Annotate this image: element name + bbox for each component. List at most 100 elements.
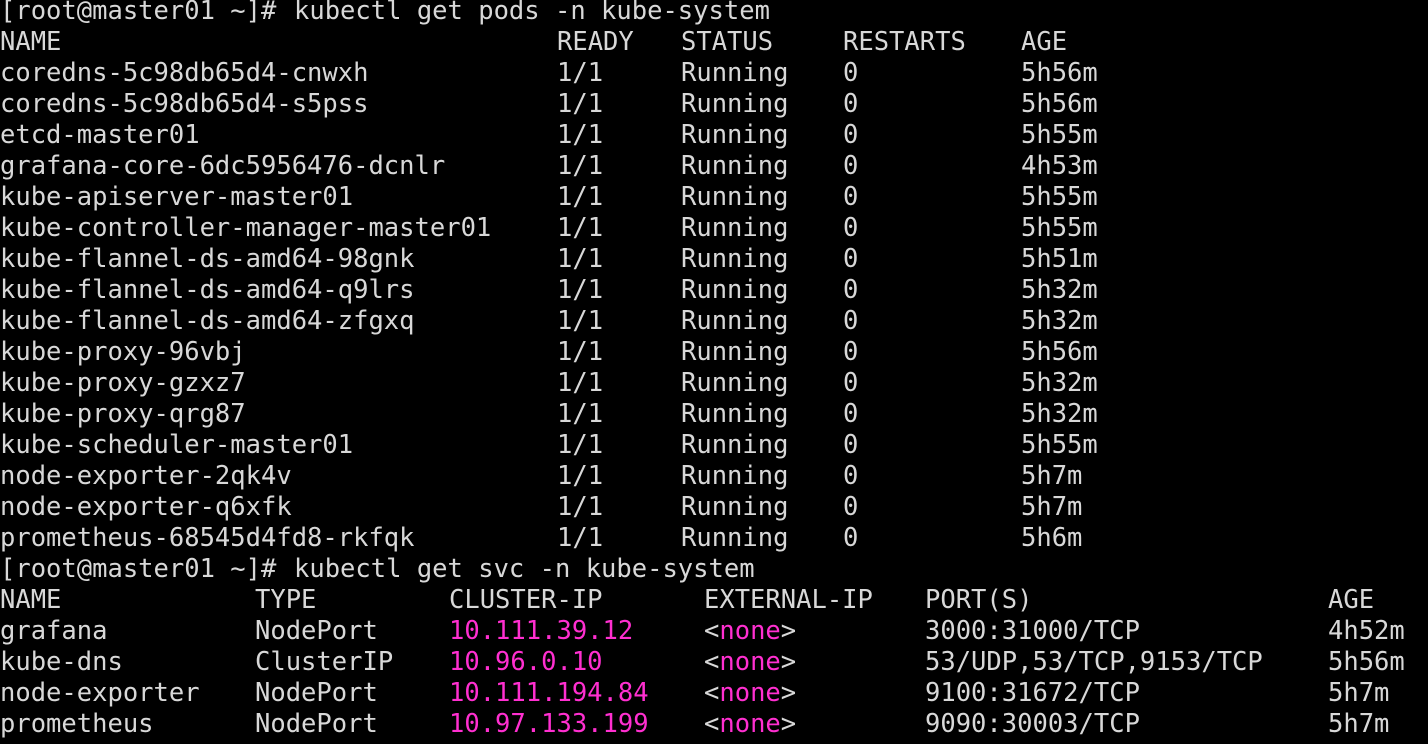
angle-bracket-open: < xyxy=(704,616,720,646)
pods-cell-restarts: 0 xyxy=(843,244,859,274)
pods-cell-restarts: 0 xyxy=(843,461,859,491)
svc-cell-ports: 3000:31000/TCP xyxy=(925,616,1140,646)
svc-cell-type: NodePort xyxy=(255,709,378,739)
svc-col-header-external-ip: EXTERNAL-IP xyxy=(704,585,873,615)
svc-cell-cluster-ip: 10.111.194.84 xyxy=(449,678,649,708)
pods-cell-status: Running xyxy=(681,306,789,336)
pods-cell-ready: 1/1 xyxy=(557,368,604,398)
pods-cell-status: Running xyxy=(681,523,789,553)
pods-cell-status: Running xyxy=(681,213,789,243)
pods-table-row: coredns-5c98db65d4-cnwxh 1/1 Running 0 5h56m xyxy=(0,58,1428,89)
pods-cell-age: 5h56m xyxy=(1021,89,1098,119)
pods-cell-status: Running xyxy=(681,492,789,522)
pods-cell-name: kube-proxy-qrg87 xyxy=(0,399,246,429)
pods-cell-age: 5h55m xyxy=(1021,213,1098,243)
pods-table-row: kube-flannel-ds-amd64-98gnk 1/1 Running 0 5h… xyxy=(0,244,1428,275)
pods-cell-age: 5h32m xyxy=(1021,399,1098,429)
svc-cell-ports: 9090:30003/TCP xyxy=(925,709,1140,739)
pods-table-row: kube-proxy-qrg87 1/1 Running 0 5h32m xyxy=(0,399,1428,430)
svc-cell-age: 5h7m xyxy=(1328,678,1390,708)
pods-cell-status: Running xyxy=(681,244,789,274)
pods-table-row: grafana-core-6dc5956476-dcnlr 1/1 Running 0… xyxy=(0,151,1428,182)
pods-table-row: kube-flannel-ds-amd64-q9lrs 1/1 Running 0 5h… xyxy=(0,275,1428,306)
pods-cell-age: 5h55m xyxy=(1021,182,1098,212)
pods-cell-ready: 1/1 xyxy=(557,461,604,491)
svc-table-row: grafana NodePort 10.111.39.12 <none> 3000:31… xyxy=(0,616,1428,647)
pods-cell-ready: 1/1 xyxy=(557,275,604,305)
command-line-get-svc: [root@master01 ~]# kubectl get svc -n ku… xyxy=(0,554,1428,585)
pods-cell-status: Running xyxy=(681,275,789,305)
pods-cell-restarts: 0 xyxy=(843,275,859,305)
angle-bracket-close: > xyxy=(780,616,797,646)
pods-cell-restarts: 0 xyxy=(843,306,859,336)
pods-cell-ready: 1/1 xyxy=(557,523,604,553)
pods-table-row: kube-scheduler-master01 1/1 Running 0 5h55m xyxy=(0,430,1428,461)
pods-cell-ready: 1/1 xyxy=(557,430,604,460)
pods-table-header: NAME READY STATUS RESTARTS AGE xyxy=(0,27,1428,58)
pods-cell-status: Running xyxy=(681,337,789,367)
pods-cell-name: kube-scheduler-master01 xyxy=(0,430,354,460)
svc-cell-age: 5h56m xyxy=(1328,647,1405,677)
pods-table-row: kube-proxy-gzxz7 1/1 Running 0 5h32m xyxy=(0,368,1428,399)
pods-cell-ready: 1/1 xyxy=(557,58,604,88)
pods-col-header-name: NAME xyxy=(0,27,62,57)
pods-cell-age: 5h32m xyxy=(1021,368,1098,398)
pods-table-row: node-exporter-q6xfk 1/1 Running 0 5h7m xyxy=(0,492,1428,523)
pods-cell-restarts: 0 xyxy=(843,182,859,212)
svc-cell-ports: 9100:31672/TCP xyxy=(925,678,1140,708)
pods-cell-status: Running xyxy=(681,151,789,181)
pods-cell-age: 5h55m xyxy=(1021,120,1098,150)
pods-cell-name: kube-proxy-gzxz7 xyxy=(0,368,246,398)
svc-cell-external-ip: <none> xyxy=(704,709,796,740)
angle-bracket-open: < xyxy=(704,709,720,739)
pods-cell-name: kube-controller-manager-master01 xyxy=(0,213,492,243)
pods-cell-age: 5h32m xyxy=(1021,275,1098,305)
angle-bracket-close: > xyxy=(780,647,797,677)
svc-cell-external-ip: <none> xyxy=(704,647,796,678)
command-text-get-svc: kubectl get svc -n kube-system xyxy=(294,554,755,584)
pods-cell-ready: 1/1 xyxy=(557,492,604,522)
pods-cell-age: 5h7m xyxy=(1021,461,1083,491)
pods-cell-name: prometheus-68545d4fd8-rkfqk xyxy=(0,523,415,553)
pods-cell-name: coredns-5c98db65d4-cnwxh xyxy=(0,58,369,88)
svc-col-header-ports: PORT(S) xyxy=(925,585,1033,615)
svc-table-row: node-exporter NodePort 10.111.194.84 <none>… xyxy=(0,678,1428,709)
pods-cell-restarts: 0 xyxy=(843,58,859,88)
svc-cell-external-ip: <none> xyxy=(704,678,796,709)
pods-table-row: prometheus-68545d4fd8-rkfqk 1/1 Running 0 5h… xyxy=(0,523,1428,554)
pods-cell-name: kube-flannel-ds-amd64-zfgxq xyxy=(0,306,415,336)
svc-cell-ports: 53/UDP,53/TCP,9153/TCP xyxy=(925,647,1263,677)
svc-external-ip-value: none xyxy=(719,678,781,708)
svc-cell-type: NodePort xyxy=(255,616,378,646)
svc-col-header-age: AGE xyxy=(1328,585,1375,615)
pods-cell-restarts: 0 xyxy=(843,523,859,553)
svc-cell-name: kube-dns xyxy=(0,647,123,677)
svc-cell-name: grafana xyxy=(0,616,108,646)
svc-cell-external-ip: <none> xyxy=(704,616,796,647)
pods-cell-ready: 1/1 xyxy=(557,182,604,212)
svc-table-body: grafana NodePort 10.111.39.12 <none> 3000:31… xyxy=(0,616,1428,740)
pods-cell-ready: 1/1 xyxy=(557,306,604,336)
pods-cell-status: Running xyxy=(681,461,789,491)
svc-col-header-cluster-ip: CLUSTER-IP xyxy=(449,585,603,615)
svc-table-row: kube-dns ClusterIP 10.96.0.10 <none> 53/UDP,… xyxy=(0,647,1428,678)
pods-cell-ready: 1/1 xyxy=(557,337,604,367)
pods-cell-restarts: 0 xyxy=(843,151,859,181)
pods-table-row: node-exporter-2qk4v 1/1 Running 0 5h7m xyxy=(0,461,1428,492)
pods-col-header-status: STATUS xyxy=(681,27,774,57)
pods-cell-ready: 1/1 xyxy=(557,89,604,119)
pods-cell-age: 5h7m xyxy=(1021,492,1083,522)
pods-cell-restarts: 0 xyxy=(843,213,859,243)
svc-cell-cluster-ip: 10.111.39.12 xyxy=(449,616,634,646)
pods-cell-ready: 1/1 xyxy=(557,244,604,274)
pods-cell-status: Running xyxy=(681,58,789,88)
shell-prompt-2: [root@master01 ~]# xyxy=(0,554,277,584)
svc-cell-name: prometheus xyxy=(0,709,154,739)
svc-cell-type: ClusterIP xyxy=(255,647,394,677)
pods-table-row: coredns-5c98db65d4-s5pss 1/1 Running 0 5h56m xyxy=(0,89,1428,120)
pods-cell-ready: 1/1 xyxy=(557,399,604,429)
pods-cell-name: node-exporter-q6xfk xyxy=(0,492,292,522)
pods-cell-status: Running xyxy=(681,430,789,460)
terminal-window[interactable]: [root@master01 ~]# kubectl get pods -n k… xyxy=(0,0,1428,740)
svc-external-ip-value: none xyxy=(719,647,781,677)
